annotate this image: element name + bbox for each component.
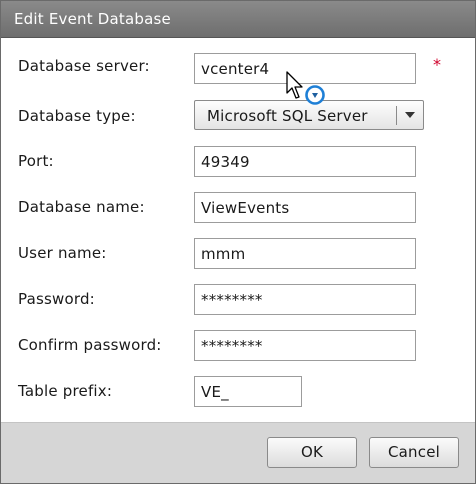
edit-event-database-dialog: Edit Event Database Database server: vce… [0, 0, 476, 484]
select-divider [396, 106, 397, 125]
table-prefix-label: Table prefix: [18, 382, 113, 400]
dialog-footer: OK Cancel [1, 422, 475, 483]
cancel-button[interactable]: Cancel [369, 437, 459, 468]
database-server-label: Database server: [18, 57, 150, 75]
required-marker: * [433, 55, 441, 74]
dialog-content: Database server: vcenter4 * Database typ… [1, 38, 475, 422]
port-label: Port: [18, 152, 54, 170]
database-name-input[interactable]: ViewEvents [194, 192, 416, 223]
user-name-input[interactable]: mmm [194, 238, 416, 269]
pointer-cursor-icon [286, 71, 303, 99]
database-type-value: Microsoft SQL Server [207, 107, 368, 125]
password-label: Password: [18, 290, 95, 308]
ok-button[interactable]: OK [267, 437, 357, 468]
dialog-title: Edit Event Database [14, 10, 171, 28]
table-prefix-input[interactable]: VE_ [194, 376, 302, 407]
confirm-password-input[interactable]: ******** [194, 330, 416, 361]
password-input[interactable]: ******** [194, 284, 416, 315]
busy-indicator-icon [305, 85, 325, 105]
database-type-label: Database type: [18, 107, 136, 125]
database-name-label: Database name: [18, 198, 145, 216]
confirm-password-label: Confirm password: [18, 336, 162, 354]
port-input[interactable]: 49349 [194, 146, 416, 177]
dialog-titlebar[interactable]: Edit Event Database [1, 1, 475, 38]
chevron-down-icon[interactable] [403, 108, 417, 122]
user-name-label: User name: [18, 244, 107, 262]
